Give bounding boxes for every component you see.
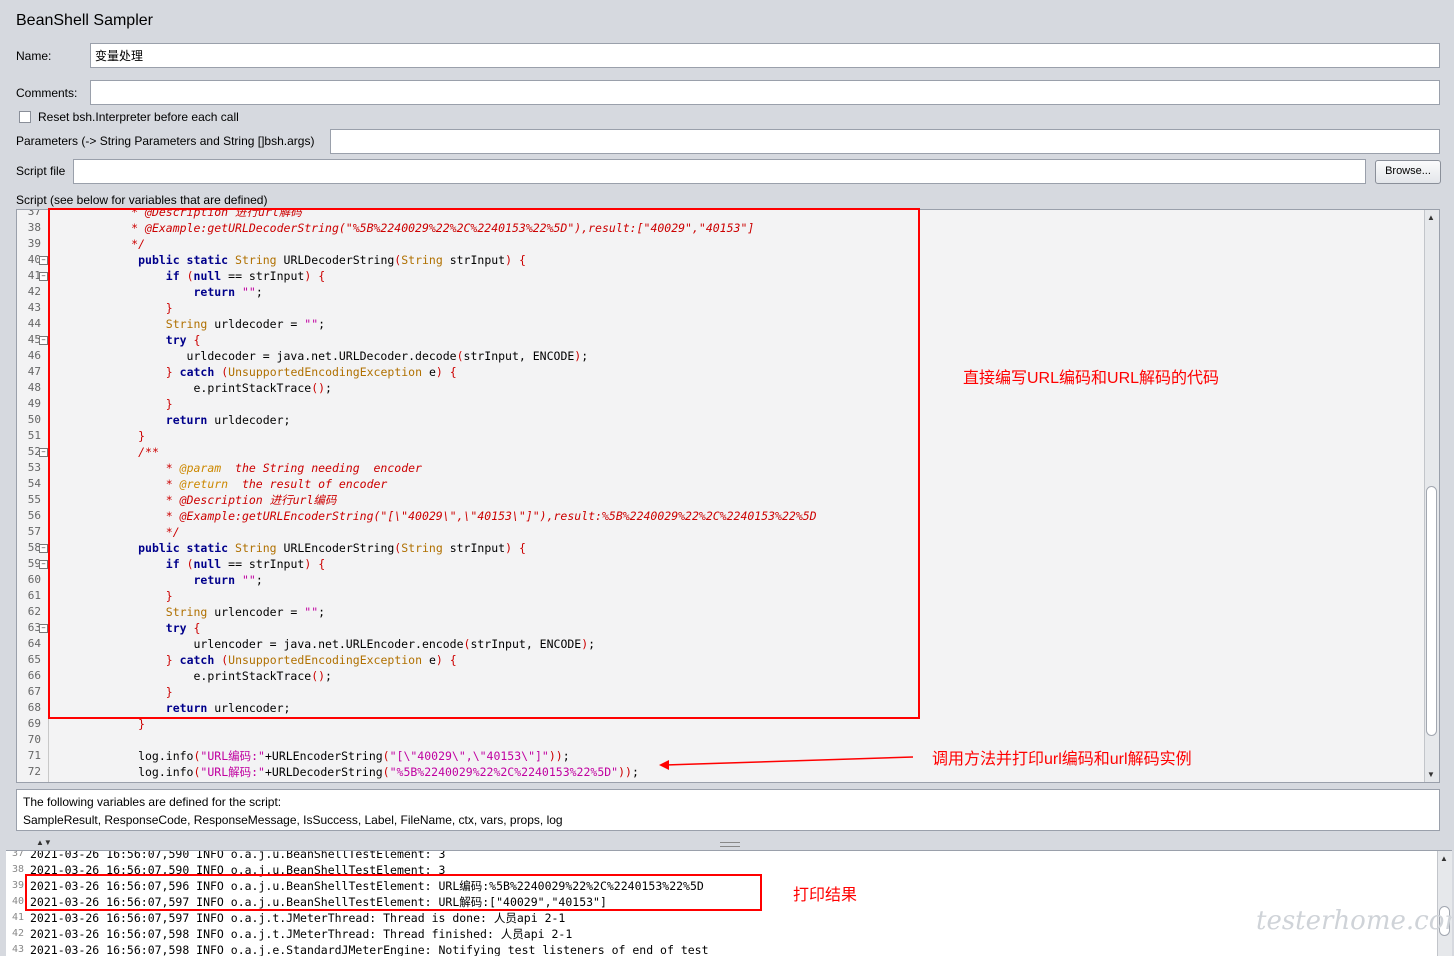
line-number: 66 — [27, 669, 41, 682]
line-number: 50 — [27, 413, 41, 426]
fold-toggle-icon[interactable]: − — [39, 624, 48, 633]
split-handle[interactable] — [720, 842, 740, 847]
script-label: Script (see below for variables that are… — [16, 193, 268, 207]
result-annotation: 打印结果 — [793, 887, 858, 904]
log-line-number: 39 — [11, 880, 24, 891]
line-number: 39 — [27, 237, 41, 250]
line-number: 43 — [27, 301, 41, 314]
log-line-text: 2021-03-26 16:56:07,598 INFO o.a.j.t.JMe… — [30, 927, 573, 941]
arrow-annotation-icon — [659, 756, 914, 770]
comments-field[interactable] — [90, 80, 1440, 105]
line-number: 44 — [27, 317, 41, 330]
log-line-text: 2021-03-26 16:56:07,598 INFO o.a.j.e.Sta… — [30, 943, 709, 956]
line-number: 68 — [27, 701, 41, 714]
line-number: 62 — [27, 605, 41, 618]
parameters-field[interactable] — [330, 129, 1440, 154]
scroll-down-arrow-icon[interactable]: ▼ — [1427, 770, 1435, 779]
line-number: 71 — [27, 749, 41, 762]
result-highlight-box — [25, 874, 762, 911]
script-file-field[interactable] — [73, 159, 1366, 184]
line-number: 40 — [27, 253, 41, 266]
line-number: 69 — [27, 717, 41, 730]
variables-info-list: SampleResult, ResponseCode, ResponseMess… — [23, 813, 563, 827]
line-number: 51 — [27, 429, 41, 442]
log-line-number: 37 — [11, 850, 24, 859]
fold-toggle-icon[interactable]: − — [39, 336, 48, 345]
log-scroll-up-arrow-icon[interactable]: ▲ — [1440, 854, 1448, 863]
call-annotation: 调用方法并打印url编码和url解码实例 — [932, 751, 1192, 768]
log-line-text: 2021-03-26 16:56:07,590 INFO o.a.j.u.Bea… — [30, 850, 446, 861]
editor-scroll-thumb[interactable] — [1426, 486, 1437, 736]
comments-label: Comments: — [16, 86, 78, 100]
line-number: 65 — [27, 653, 41, 666]
line-number: 63 — [27, 621, 41, 634]
line-number: 59 — [27, 557, 41, 570]
code-text: log.info("URL解码:"+URLDecoderString("%5B%… — [55, 765, 639, 779]
line-number: 57 — [27, 525, 41, 538]
line-number: 53 — [27, 461, 41, 474]
line-number: 60 — [27, 573, 41, 586]
line-number: 48 — [27, 381, 41, 394]
code-annotation: 直接编写URL编码和URL解码的代码 — [963, 370, 1220, 387]
scroll-up-arrow-icon[interactable]: ▲ — [1427, 213, 1435, 222]
line-number: 37 — [27, 209, 41, 218]
log-vertical-scrollbar[interactable]: ▲ — [1437, 851, 1452, 956]
line-number: 70 — [27, 733, 41, 746]
fold-toggle-icon[interactable]: − — [39, 256, 48, 265]
line-number: 42 — [27, 285, 41, 298]
line-number: 47 — [27, 365, 41, 378]
line-number: 72 — [27, 765, 41, 778]
variables-info-heading: The following variables are defined for … — [23, 795, 282, 809]
reset-checkbox[interactable] — [19, 111, 31, 123]
log-line-number: 42 — [11, 928, 24, 939]
fold-toggle-icon[interactable]: − — [39, 272, 48, 281]
line-number: 58 — [27, 541, 41, 554]
line-number: 45 — [27, 333, 41, 346]
name-field[interactable]: 变量处理 — [90, 43, 1440, 68]
line-number: 41 — [27, 269, 41, 282]
watermark: testerhome.com — [1256, 906, 1452, 936]
browse-button[interactable]: Browse... — [1375, 160, 1441, 184]
split-arrows-icon[interactable]: ▲▼ — [36, 838, 52, 847]
variables-info: The following variables are defined for … — [16, 789, 1440, 831]
fold-toggle-icon[interactable]: − — [39, 560, 48, 569]
editor-vertical-scrollbar[interactable]: ▲ ▼ — [1424, 210, 1439, 782]
log-line-number: 43 — [11, 944, 24, 955]
line-number: 38 — [27, 221, 41, 234]
panel-title: BeanShell Sampler — [16, 12, 153, 29]
name-label: Name: — [16, 49, 52, 63]
line-number: 54 — [27, 477, 41, 490]
line-number: 56 — [27, 509, 41, 522]
code-text: log.info("URL编码:"+URLEncoderString("[\"4… — [55, 749, 570, 763]
log-line-number: 38 — [11, 864, 24, 875]
line-number: 52 — [27, 445, 41, 458]
log-line-text: 2021-03-26 16:56:07,597 INFO o.a.j.t.JMe… — [30, 911, 566, 925]
parameters-label: Parameters (-> String Parameters and Str… — [16, 134, 315, 148]
fold-toggle-icon[interactable]: − — [39, 448, 48, 457]
log-line-number: 41 — [11, 912, 24, 923]
log-line-number: 40 — [11, 896, 24, 907]
script-file-label: Script file — [16, 164, 66, 178]
line-number: 55 — [27, 493, 41, 506]
line-number: 64 — [27, 637, 41, 650]
code-highlight-box — [48, 208, 920, 719]
line-number: 49 — [27, 397, 41, 410]
line-number: 46 — [27, 349, 41, 362]
line-number: 67 — [27, 685, 41, 698]
reset-label: Reset bsh.Interpreter before each call — [38, 110, 239, 124]
line-number: 61 — [27, 589, 41, 602]
fold-toggle-icon[interactable]: − — [39, 544, 48, 553]
